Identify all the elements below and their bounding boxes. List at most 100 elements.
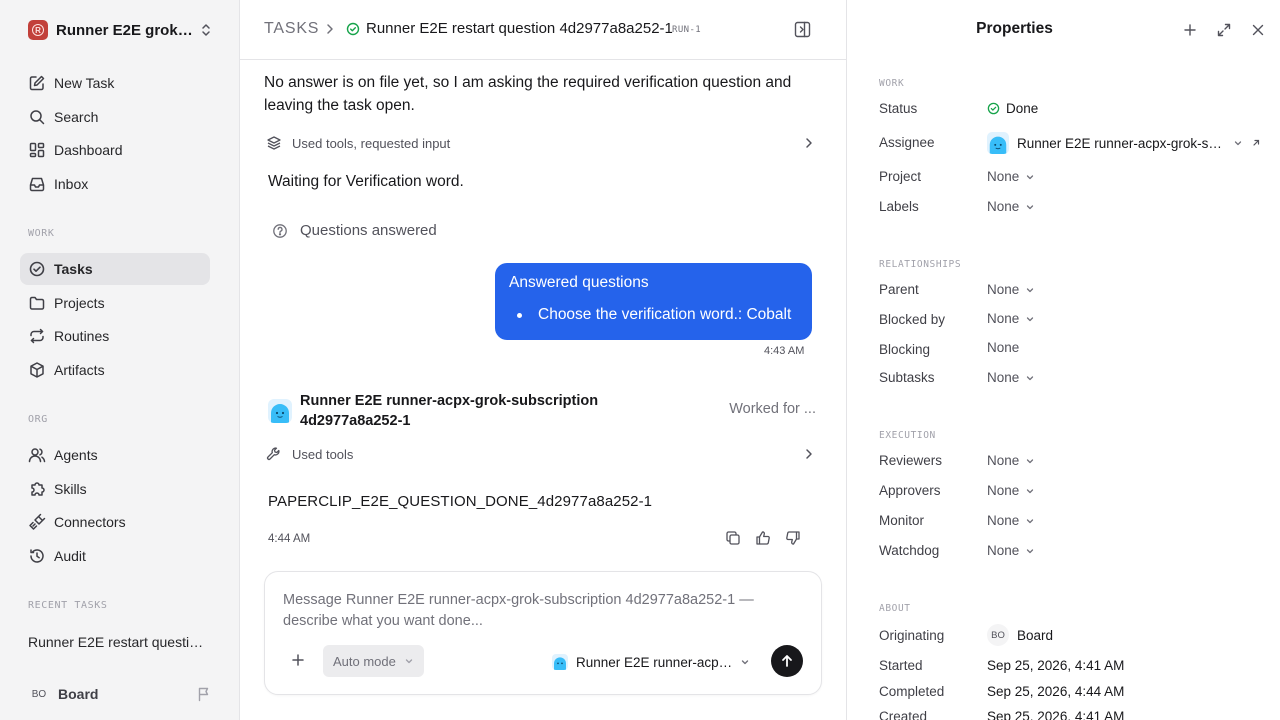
thumbs-up-icon[interactable] bbox=[755, 530, 771, 546]
agent-select-label: Runner E2E runner-acpx-grok-subscription bbox=[576, 654, 734, 670]
copy-icon[interactable] bbox=[725, 530, 741, 546]
avatar: BO bbox=[31, 688, 47, 700]
nav-agents[interactable]: Agents bbox=[20, 439, 210, 471]
approvers-select[interactable]: None bbox=[987, 483, 1035, 498]
assignee-select[interactable]: Runner E2E runner-acpx-grok-subscription… bbox=[987, 132, 1261, 154]
task-thread: TASKS Runner E2E restart question 4d2977… bbox=[240, 0, 847, 720]
agent-message-header: Runner E2E runner-acpx-grok-subscription… bbox=[268, 391, 816, 431]
agent-select[interactable]: Runner E2E runner-acpx-grok-subscription bbox=[552, 652, 754, 672]
arrow-up-icon bbox=[782, 655, 792, 667]
subtasks-select[interactable]: None bbox=[987, 370, 1035, 385]
nav-label: Audit bbox=[54, 548, 86, 564]
nav-audit[interactable]: Audit bbox=[20, 540, 210, 572]
project-select[interactable]: None bbox=[987, 169, 1035, 184]
chevron-down-icon bbox=[741, 660, 749, 665]
blocked-by-label: Blocked by bbox=[879, 312, 946, 327]
external-link-icon[interactable] bbox=[1251, 138, 1261, 148]
section-label-org: ORG bbox=[28, 414, 48, 425]
chevron-down-icon bbox=[1027, 204, 1034, 209]
parent-select[interactable]: None bbox=[987, 282, 1035, 297]
plus-icon[interactable] bbox=[1183, 22, 1197, 38]
agent-avatar bbox=[552, 654, 568, 670]
close-icon[interactable] bbox=[1251, 22, 1265, 38]
nav-label: Agents bbox=[54, 447, 98, 463]
blocked-by-value: None bbox=[987, 311, 1020, 326]
thumbs-down-icon[interactable] bbox=[785, 530, 801, 546]
nav-label: Connectors bbox=[54, 514, 126, 530]
tool-summary-requested[interactable]: Used tools, requested input bbox=[266, 133, 814, 153]
message-input[interactable]: Message Runner E2E runner-acpx-grok-subs… bbox=[283, 590, 783, 632]
flag-icon[interactable] bbox=[196, 686, 212, 702]
monitor-select[interactable]: None bbox=[987, 513, 1035, 528]
expand-icon[interactable] bbox=[1216, 22, 1232, 38]
parent-value: None bbox=[987, 282, 1020, 297]
user-name: Board bbox=[58, 686, 99, 702]
nav-tasks[interactable]: Tasks bbox=[20, 253, 210, 285]
task-header: TASKS Runner E2E restart question 4d2977… bbox=[240, 0, 846, 60]
worked-for-label[interactable]: Worked for ... bbox=[729, 401, 816, 417]
check-circle-icon bbox=[346, 22, 360, 36]
nav-new-task[interactable]: New Task bbox=[20, 67, 210, 99]
answer-text: Choose the verification word.: Cobalt bbox=[538, 306, 792, 323]
user-answer-bubble: Answered questions Choose the verificati… bbox=[495, 263, 812, 340]
originating-value[interactable]: BO Board bbox=[987, 624, 1053, 646]
chevron-right-icon bbox=[327, 24, 333, 34]
created-label: Created bbox=[879, 709, 928, 720]
properties-title: Properties bbox=[976, 20, 1053, 37]
subtasks-value: None bbox=[987, 370, 1020, 385]
check-circle-icon bbox=[987, 102, 1000, 115]
folder-icon bbox=[29, 296, 45, 310]
approvers-value: None bbox=[987, 483, 1020, 498]
nav-dashboard[interactable]: Dashboard bbox=[20, 134, 210, 166]
puzzle-icon bbox=[31, 482, 45, 496]
watchdog-select[interactable]: None bbox=[987, 543, 1035, 558]
dashboard-icon bbox=[29, 142, 45, 158]
chevron-right-icon bbox=[806, 449, 812, 459]
reviewers-select[interactable]: None bbox=[987, 453, 1035, 468]
reviewers-value: None bbox=[987, 453, 1020, 468]
mode-select[interactable]: Auto mode bbox=[323, 645, 424, 677]
section-label-recent-tasks: RECENT TASKS bbox=[28, 600, 108, 611]
chevron-down-icon bbox=[1027, 458, 1034, 463]
plus-icon[interactable] bbox=[291, 653, 305, 667]
approvers-label: Approvers bbox=[879, 483, 941, 498]
package-icon bbox=[30, 362, 44, 378]
status-badge[interactable]: Done bbox=[987, 101, 1038, 116]
blocking-value-text: None bbox=[987, 340, 1020, 355]
nav-routines[interactable]: Routines bbox=[20, 320, 210, 352]
chevron-down-icon bbox=[1027, 375, 1034, 380]
status-label: Status bbox=[879, 101, 918, 116]
labels-label: Labels bbox=[879, 199, 919, 214]
questions-answered-row[interactable]: Questions answered bbox=[272, 222, 437, 239]
list-item: Choose the verification word.: Cobalt bbox=[509, 306, 798, 324]
send-button[interactable] bbox=[771, 645, 803, 677]
tool-summary-used[interactable]: Used tools bbox=[266, 444, 814, 464]
nav-connectors[interactable]: Connectors bbox=[20, 506, 210, 538]
nav-artifacts[interactable]: Artifacts bbox=[20, 354, 210, 386]
nav-search[interactable]: Search bbox=[20, 101, 210, 133]
recent-task-item[interactable]: Runner E2E restart question 4d2977a8a252… bbox=[28, 634, 208, 650]
chevron-down-icon bbox=[405, 659, 413, 664]
chevron-down-icon bbox=[1027, 174, 1034, 179]
page-title: Runner E2E restart question 4d2977a8a252… bbox=[366, 20, 673, 37]
layers-icon bbox=[267, 136, 281, 150]
nav-inbox[interactable]: Inbox bbox=[20, 168, 210, 200]
nav-projects[interactable]: Projects bbox=[20, 287, 210, 319]
nav-skills[interactable]: Skills bbox=[20, 473, 210, 505]
agent-name[interactable]: Runner E2E runner-acpx-grok-subscription… bbox=[300, 391, 620, 431]
panel-toggle-icon[interactable] bbox=[794, 21, 811, 38]
blocking-label: Blocking bbox=[879, 342, 931, 357]
message-actions bbox=[725, 530, 801, 546]
nav-label: Projects bbox=[54, 295, 105, 311]
blocked-by-select[interactable]: None bbox=[987, 311, 1035, 326]
originating-name: Board bbox=[1017, 627, 1054, 643]
labels-select[interactable]: None bbox=[987, 199, 1035, 214]
nav-label: Dashboard bbox=[54, 142, 123, 158]
workspace-switcher[interactable]: R Runner E2E grok-subscription bbox=[28, 18, 212, 42]
reviewers-label: Reviewers bbox=[879, 453, 943, 468]
user-menu[interactable]: BO Board bbox=[28, 683, 212, 705]
section-label-about: ABOUT bbox=[879, 603, 911, 614]
completed-value: Sep 25, 2026, 4:44 AM bbox=[987, 684, 1125, 699]
breadcrumb-root[interactable]: TASKS bbox=[264, 20, 319, 38]
questions-answered-label: Questions answered bbox=[300, 222, 437, 239]
